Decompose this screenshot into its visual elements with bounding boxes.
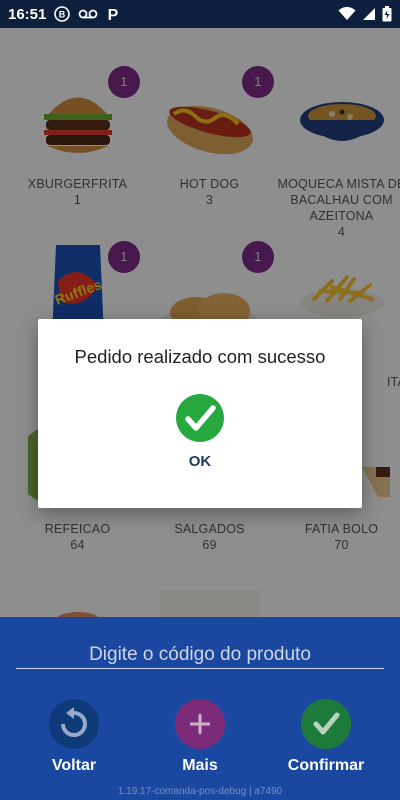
plus-icon bbox=[175, 699, 225, 749]
more-button[interactable]: Mais bbox=[140, 699, 260, 775]
cell-signal-icon bbox=[362, 7, 376, 21]
app-version: 1.19.17-comanda-pos-debug | a7490 bbox=[117, 786, 283, 797]
b-app-notification-icon: B bbox=[54, 6, 71, 22]
battery-icon bbox=[382, 6, 392, 22]
bottom-panel: Voltar Mais Confirmar 1.19.17-comanda-po… bbox=[0, 617, 400, 800]
success-dialog: Pedido realizado com sucesso OK bbox=[38, 319, 362, 508]
check-icon bbox=[301, 699, 351, 749]
back-label: Voltar bbox=[51, 757, 97, 774]
ok-button[interactable]: OK bbox=[38, 453, 362, 470]
product-code-input[interactable] bbox=[16, 641, 384, 669]
dialog-message: Pedido realizado com sucesso bbox=[74, 346, 326, 367]
status-bar: 16:51 B P bbox=[0, 0, 400, 28]
check-circle-icon bbox=[175, 393, 225, 443]
confirm-button[interactable]: Confirmar bbox=[266, 699, 386, 775]
voicemail-icon bbox=[78, 8, 98, 20]
more-label: Mais bbox=[182, 757, 218, 774]
wifi-icon bbox=[338, 7, 356, 21]
status-time: 16:51 bbox=[8, 5, 47, 23]
undo-icon bbox=[49, 699, 99, 749]
confirm-label: Confirmar bbox=[287, 757, 365, 774]
back-button[interactable]: Voltar bbox=[14, 699, 134, 775]
svg-text:B: B bbox=[59, 10, 66, 20]
parking-app-icon: P bbox=[106, 6, 120, 22]
svg-text:P: P bbox=[108, 7, 119, 22]
